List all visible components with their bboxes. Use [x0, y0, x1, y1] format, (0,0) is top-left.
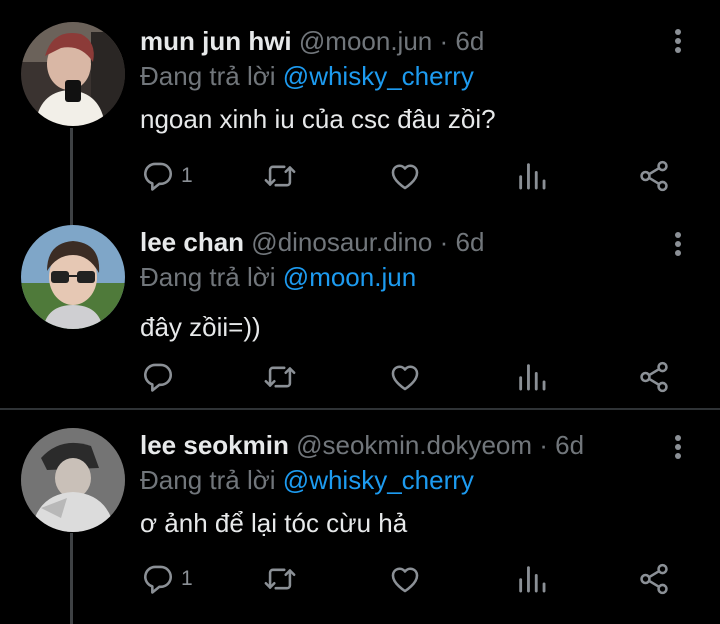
more-vertical-icon — [675, 29, 681, 35]
tweet-header: mun jun hwi @moon.jun · 6d — [140, 24, 484, 58]
more-vertical-icon — [675, 453, 681, 459]
more-vertical-icon — [675, 241, 681, 247]
retweet-icon — [264, 366, 296, 388]
share-button[interactable] — [637, 559, 671, 599]
display-name[interactable]: mun jun hwi — [140, 26, 292, 56]
tweet-divider — [0, 408, 720, 410]
replying-to-label: Đang trả lời — [140, 262, 276, 292]
retweet-icon — [264, 568, 296, 590]
avatar[interactable] — [21, 22, 125, 126]
avatar[interactable] — [21, 428, 125, 532]
replying-to: Đang trả lời @whisky_cherry — [140, 463, 474, 497]
share-button[interactable] — [637, 156, 671, 196]
username[interactable]: @dinosaur.dino — [251, 227, 432, 257]
stats-icon — [519, 163, 546, 190]
stats-icon — [519, 364, 546, 391]
share-icon — [640, 160, 668, 192]
reply-button[interactable] — [141, 357, 181, 397]
more-vertical-icon — [675, 250, 681, 256]
tweet-actions: 1 — [0, 559, 720, 599]
avatar[interactable] — [21, 225, 125, 329]
timestamp[interactable]: 6d — [455, 26, 484, 56]
tweet[interactable]: lee chan @dinosaur.dino · 6d Đang trả lờ… — [0, 225, 720, 395]
stats-icon — [519, 566, 546, 593]
replying-to-mention[interactable]: @moon.jun — [283, 262, 416, 292]
retweet-button[interactable] — [262, 357, 298, 397]
like-icon — [391, 567, 419, 593]
like-button[interactable] — [388, 156, 422, 196]
tweet-header: lee seokmin @seokmin.dokyeom · 6d — [140, 428, 584, 462]
more-vertical-icon — [675, 444, 681, 450]
tweet-header: lee chan @dinosaur.dino · 6d — [140, 225, 484, 259]
separator: · — [539, 430, 548, 460]
tweet[interactable]: mun jun hwi @moon.jun · 6d Đang trả lời … — [0, 22, 720, 208]
reply-icon — [144, 363, 173, 392]
more-vertical-icon — [675, 38, 681, 44]
tweet-actions: 1 — [0, 156, 720, 196]
reply-thread: mun jun hwi @moon.jun · 6d Đang trả lời … — [0, 0, 720, 624]
replying-to-mention[interactable]: @whisky_cherry — [283, 61, 474, 91]
reply-button[interactable]: 1 — [141, 156, 193, 196]
reply-icon — [144, 162, 173, 191]
display-name[interactable]: lee seokmin — [140, 430, 289, 460]
tweet-text: đây zồii=)) — [140, 312, 261, 342]
share-icon — [640, 361, 668, 393]
tweet-actions — [0, 357, 720, 397]
username[interactable]: @moon.jun — [299, 26, 432, 56]
more-options-button[interactable] — [666, 430, 690, 464]
like-button[interactable] — [388, 357, 422, 397]
separator: · — [439, 26, 449, 56]
more-options-button[interactable] — [666, 227, 690, 261]
stats-button[interactable] — [515, 357, 549, 397]
stats-button[interactable] — [515, 559, 549, 599]
reply-count: 1 — [181, 567, 193, 590]
reply-count: 1 — [181, 164, 193, 187]
stats-button[interactable] — [515, 156, 549, 196]
retweet-button[interactable] — [262, 559, 298, 599]
reply-icon — [144, 565, 173, 594]
replying-to: Đang trả lời @whisky_cherry — [140, 59, 474, 93]
tweet-text: ngoan xinh iu của csc đâu zồi? — [140, 104, 496, 134]
retweet-icon — [264, 165, 296, 187]
separator: · — [439, 227, 449, 257]
timestamp[interactable]: 6d — [555, 430, 584, 460]
replying-to: Đang trả lời @moon.jun — [140, 260, 416, 294]
replying-to-label: Đang trả lời — [140, 465, 276, 495]
more-vertical-icon — [675, 232, 681, 238]
timestamp[interactable]: 6d — [456, 227, 485, 257]
like-icon — [391, 365, 419, 391]
share-button[interactable] — [637, 357, 671, 397]
more-vertical-icon — [675, 47, 681, 53]
retweet-button[interactable] — [262, 156, 298, 196]
more-vertical-icon — [675, 435, 681, 441]
like-button[interactable] — [388, 559, 422, 599]
replying-to-mention[interactable]: @whisky_cherry — [283, 465, 474, 495]
more-options-button[interactable] — [666, 24, 690, 58]
tweet-text: ơ ảnh để lại tóc cừu hả — [140, 508, 408, 538]
like-icon — [391, 164, 419, 190]
tweet[interactable]: lee seokmin @seokmin.dokyeom · 6d Đang t… — [0, 428, 720, 624]
display-name[interactable]: lee chan — [140, 227, 244, 257]
share-icon — [640, 563, 668, 595]
replying-to-label: Đang trả lời — [140, 61, 276, 91]
reply-button[interactable]: 1 — [141, 559, 193, 599]
username[interactable]: @seokmin.dokyeom — [296, 430, 532, 460]
